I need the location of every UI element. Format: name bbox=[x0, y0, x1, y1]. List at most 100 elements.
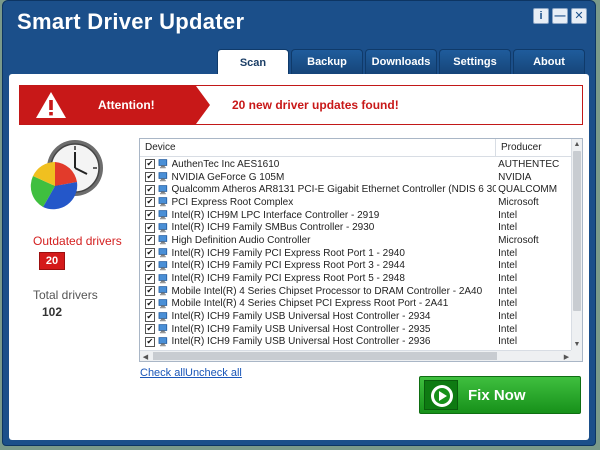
row-checkbox[interactable]: ✔ bbox=[145, 197, 155, 208]
table-row[interactable]: ✔ Mobile Intel(R) 4 Series Chipset PCI Ex… bbox=[140, 298, 572, 311]
row-producer: Intel bbox=[498, 222, 518, 234]
uncheck-all-link[interactable]: Uncheck all bbox=[185, 367, 242, 379]
scroll-down-icon[interactable]: ▼ bbox=[572, 339, 582, 350]
row-producer: Intel bbox=[498, 336, 518, 348]
device-icon bbox=[158, 337, 167, 347]
row-device-name: AuthenTec Inc AES1610 bbox=[171, 158, 280, 170]
row-producer: QUALCOMM bbox=[498, 184, 558, 196]
tab-settings[interactable]: Settings bbox=[439, 49, 511, 74]
tab-downloads[interactable]: Downloads bbox=[365, 49, 437, 74]
play-circle-icon bbox=[431, 385, 453, 407]
app-window: Smart Driver Updater i — ✕ Scan Backup D… bbox=[2, 0, 596, 446]
outdated-drivers-label: Outdated drivers bbox=[33, 234, 122, 248]
minimize-button[interactable]: — bbox=[552, 8, 568, 24]
horizontal-scrollbar[interactable]: ◀ ▶ bbox=[140, 350, 572, 361]
row-device-name: Intel(R) ICH9 Family SMBus Controller - … bbox=[171, 222, 375, 234]
row-checkbox[interactable]: ✔ bbox=[145, 248, 155, 259]
table-row[interactable]: ✔ PCI Express Root Complex Microsoft bbox=[140, 196, 572, 209]
fix-now-label: Fix Now bbox=[468, 387, 526, 404]
device-icon bbox=[158, 184, 167, 194]
table-row[interactable]: ✔ Mobile Intel(R) 4 Series Chipset Proces… bbox=[140, 285, 572, 298]
row-producer: Microsoft bbox=[498, 234, 539, 246]
row-checkbox[interactable]: ✔ bbox=[145, 324, 155, 335]
row-producer: Intel bbox=[498, 323, 518, 335]
vertical-scrollbar[interactable]: ▲ ▼ bbox=[571, 139, 582, 350]
table-row[interactable]: ✔ Qualcomm Atheros AR8131 PCI-E Gigabit E… bbox=[140, 183, 572, 196]
row-checkbox[interactable]: ✔ bbox=[145, 311, 155, 322]
row-checkbox[interactable]: ✔ bbox=[145, 184, 155, 195]
table-row[interactable]: ✔ Intel(R) ICH9 Family USB Universal Host… bbox=[140, 336, 572, 349]
table-row[interactable]: ✔ Intel(R) ICH9 Family PCI Express Root P… bbox=[140, 260, 572, 273]
updates-found-message: 20 new driver updates found! bbox=[232, 98, 399, 112]
row-device-name: Intel(R) ICH9 Family USB Universal Host … bbox=[171, 311, 431, 323]
column-header-device[interactable]: Device bbox=[140, 139, 496, 156]
row-checkbox[interactable]: ✔ bbox=[145, 159, 155, 170]
row-checkbox[interactable]: ✔ bbox=[145, 172, 155, 183]
device-icon bbox=[158, 197, 167, 207]
table-row[interactable]: ✔ AuthenTec Inc AES1610 AUTHENTEC bbox=[140, 158, 572, 171]
device-icon bbox=[158, 299, 167, 309]
device-icon bbox=[158, 172, 167, 182]
info-button[interactable]: i bbox=[533, 8, 549, 24]
tab-backup[interactable]: Backup bbox=[291, 49, 363, 74]
row-producer: Intel bbox=[498, 247, 518, 259]
row-device-name: Intel(R) ICH9M LPC Interface Controller … bbox=[171, 209, 380, 221]
table-row[interactable]: ✔ Intel(R) ICH9 Family USB Universal Host… bbox=[140, 310, 572, 323]
row-device-name: Intel(R) ICH9 Family USB Universal Host … bbox=[171, 323, 431, 335]
scroll-up-icon[interactable]: ▲ bbox=[572, 139, 582, 150]
table-row[interactable]: ✔ Intel(R) ICH9 Family USB Universal Host… bbox=[140, 323, 572, 336]
row-checkbox[interactable]: ✔ bbox=[145, 210, 155, 221]
row-producer: NVIDIA bbox=[498, 171, 532, 183]
row-producer: Microsoft bbox=[498, 196, 539, 208]
table-row[interactable]: ✔ Intel(R) ICH9 Family PCI Express Root P… bbox=[140, 247, 572, 260]
outdated-count-badge: 20 bbox=[39, 252, 65, 270]
row-checkbox[interactable]: ✔ bbox=[145, 298, 155, 309]
table-row[interactable]: ✔ Intel(R) ICH9M LPC Interface Controller… bbox=[140, 209, 572, 222]
table-row[interactable]: ✔ High Definition Audio Controller Microso… bbox=[140, 234, 572, 247]
row-device-name: Qualcomm Atheros AR8131 PCI-E Gigabit Et… bbox=[171, 184, 497, 196]
device-icon bbox=[158, 210, 167, 220]
attention-banner: Attention! 20 new driver updates found! bbox=[19, 85, 583, 125]
device-icon bbox=[158, 235, 167, 245]
row-producer: Intel bbox=[498, 273, 518, 285]
row-device-name: Intel(R) ICH9 Family USB Universal Host … bbox=[171, 336, 431, 348]
row-device-name: High Definition Audio Controller bbox=[171, 234, 311, 246]
clock-chart-icon bbox=[30, 140, 103, 210]
attention-label: Attention! bbox=[98, 98, 155, 112]
scroll-left-icon[interactable]: ◀ bbox=[140, 351, 151, 361]
row-producer: Intel bbox=[498, 260, 518, 272]
column-header-producer[interactable]: Producer bbox=[496, 139, 572, 156]
device-icon bbox=[158, 223, 167, 233]
row-device-name: Mobile Intel(R) 4 Series Chipset Process… bbox=[171, 285, 483, 297]
list-header: Device Producer bbox=[140, 139, 572, 157]
row-checkbox[interactable]: ✔ bbox=[145, 222, 155, 233]
row-checkbox[interactable]: ✔ bbox=[145, 235, 155, 246]
warning-icon bbox=[36, 92, 66, 118]
vertical-scroll-thumb[interactable] bbox=[573, 151, 581, 311]
device-icon bbox=[158, 261, 167, 271]
check-all-link[interactable]: Check all bbox=[140, 367, 185, 379]
row-checkbox[interactable]: ✔ bbox=[145, 260, 155, 271]
device-icon bbox=[158, 324, 167, 334]
fix-now-button[interactable]: Fix Now bbox=[419, 376, 581, 414]
tab-scan[interactable]: Scan bbox=[217, 49, 289, 75]
list-rows: ✔ AuthenTec Inc AES1610 AUTHENTEC ✔ NVIDIA G… bbox=[140, 158, 572, 351]
window-controls: i — ✕ bbox=[533, 8, 587, 24]
table-row[interactable]: ✔ Intel(R) ICH9 Family SMBus Controller -… bbox=[140, 221, 572, 234]
device-icon bbox=[158, 286, 167, 296]
row-checkbox[interactable]: ✔ bbox=[145, 273, 155, 284]
horizontal-scroll-thumb[interactable] bbox=[153, 352, 497, 360]
row-device-name: Intel(R) ICH9 Family PCI Express Root Po… bbox=[171, 273, 405, 285]
table-row[interactable]: ✔ Intel(R) ICH9 Family PCI Express Root P… bbox=[140, 272, 572, 285]
row-checkbox[interactable]: ✔ bbox=[145, 286, 155, 297]
tab-bar: Scan Backup Downloads Settings About bbox=[217, 49, 585, 75]
total-drivers-label: Total drivers bbox=[33, 288, 98, 302]
row-checkbox[interactable]: ✔ bbox=[145, 336, 155, 347]
tab-about[interactable]: About bbox=[513, 49, 585, 74]
driver-list[interactable]: Device Producer ✔ AuthenTec Inc AES1610 AU… bbox=[139, 138, 583, 362]
device-icon bbox=[158, 311, 167, 321]
table-row[interactable]: ✔ NVIDIA GeForce G 105M NVIDIA bbox=[140, 171, 572, 184]
fix-icon-box bbox=[424, 380, 458, 410]
row-device-name: Intel(R) ICH9 Family PCI Express Root Po… bbox=[171, 260, 405, 272]
close-button[interactable]: ✕ bbox=[571, 8, 587, 24]
